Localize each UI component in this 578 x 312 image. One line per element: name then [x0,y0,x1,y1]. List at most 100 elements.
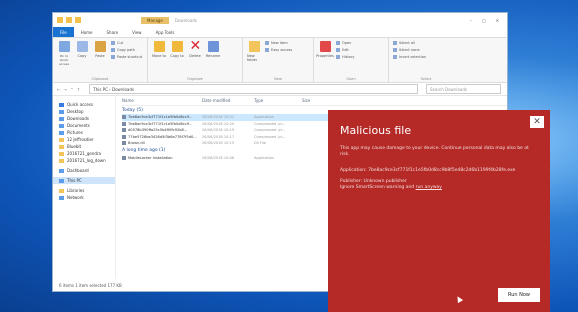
save-icon[interactable] [66,17,72,23]
properties-button[interactable]: Properties [316,41,334,82]
title-bar[interactable]: Manage Downloads – □ ✕ [53,13,507,27]
window-title: Downloads [174,17,197,23]
app-name: 7be8ac9ce3cf771f1c1e5fb0d8cc9b8f5e48c2d6… [368,168,516,173]
run-now-button[interactable]: Run Now [498,288,540,302]
tab-share[interactable]: Share [100,30,126,35]
file-icon [122,115,126,120]
folder-icon [59,137,64,142]
nav-item[interactable]: 12 Jeffrosdier [53,136,115,143]
open-button[interactable]: Open [336,41,354,45]
nav-buttons[interactable]: ← → ⌃ ↑ [53,87,85,92]
app-label: Application: [340,168,367,173]
folder-icon[interactable] [57,17,63,23]
nav-item[interactable]: Pictures [53,129,115,136]
copy-button[interactable]: Copy [75,41,89,82]
tab-app-tools[interactable]: App Tools [149,30,182,35]
nav-item-label: This PC [67,178,82,183]
column-name[interactable]: Name [122,98,202,103]
file-icon [122,121,126,126]
rename-icon [207,41,219,52]
column-size[interactable]: Size [302,98,332,103]
file-type: Dll File [254,141,266,146]
shortcut-icon [111,55,115,59]
history-button[interactable]: History [336,55,354,59]
tab-view[interactable]: View [125,30,149,35]
file-type: Compressed (zi... [254,121,286,126]
file-date: 26/06/2018 10:21 [202,115,235,120]
copy-path-button[interactable]: Copy path [111,48,142,52]
new-folder-icon [248,41,260,52]
ribbon-group-clipboard: Pin to Quick access Copy Paste Cut Copy … [53,38,148,82]
pin-icon [58,41,70,52]
paste-shortcut-button[interactable]: Paste shortcut [111,55,142,59]
rename-button[interactable]: Rename [206,41,220,82]
paste-button[interactable]: Paste [93,41,107,82]
move-to-button[interactable]: Move to [152,41,166,82]
nav-item-label: 12 Jeffrosdier [67,137,94,142]
nav-item[interactable]: Libraries [53,187,115,194]
drive-icon [59,130,64,135]
delete-button[interactable]: ✕ Delete [188,39,202,82]
nav-item-label: 2016721_gendra [67,151,101,156]
dialog-close-button[interactable]: ✕ [530,116,544,128]
drive-icon [59,178,64,183]
window-controls: – □ ✕ [470,18,507,23]
nav-item[interactable]: Documents [53,122,115,129]
file-name: 77be5726be3426d5f3b6a778f7f5d0... [122,134,202,139]
easy-access-button[interactable]: Easy access [265,48,292,52]
invert-selection-button[interactable]: Invert selection [393,55,426,59]
copy-to-button[interactable]: Copy to [170,41,184,82]
file-name: MobileLocker Installation [122,155,202,160]
column-type[interactable]: Type [254,98,302,103]
column-date[interactable]: Date modified [202,98,254,103]
nav-item-label: 2016721_log_down [67,158,106,163]
nav-item[interactable]: 2016721_gendra [53,150,115,157]
navigation-pane: Quick access Desktop Downloads Documents Pic… [53,95,116,279]
new-item-button[interactable]: New item [265,41,292,45]
contextual-tab-manage[interactable]: Manage [141,16,169,24]
file-type: Compressed (zi... [254,128,286,133]
new-folder-button[interactable]: New folder [247,41,261,82]
nav-item[interactable]: Quick access [53,101,115,108]
maximize-button[interactable]: □ [482,18,486,23]
nav-item[interactable]: Network [53,194,115,201]
folder-icon [59,158,64,163]
run-anyway-link[interactable]: run anyway [416,185,442,190]
cut-button[interactable]: Cut [111,41,142,45]
ribbon-group-new: New folder New item Easy access New [243,38,314,82]
move-icon [153,41,165,52]
nav-item-label: Desktop [67,109,84,114]
nav-item[interactable]: This PC [53,177,115,184]
edit-button[interactable]: Edit [336,48,354,52]
undo-icon[interactable] [75,17,81,23]
tab-file[interactable]: File [53,27,74,37]
nav-item[interactable]: Downloads [53,115,115,122]
nav-item[interactable]: Bluebit [53,143,115,150]
easy-access-icon [265,48,269,52]
minimize-button[interactable]: – [470,18,472,23]
drive-icon [59,168,64,173]
file-date: 26/06/2018 10:08 [202,155,235,160]
file-icon [122,141,126,146]
nav-item-label: Quick access [67,102,94,107]
close-button[interactable]: ✕ [496,18,499,23]
file-type: Application [254,155,275,160]
address-bar[interactable]: This PC › Downloads [89,84,418,94]
nav-item[interactable]: Dashboard [53,167,115,174]
file-date: 26/06/2018 10:15 [202,141,235,146]
file-name: Brown.dll [122,141,202,146]
folder-icon [59,151,64,156]
tab-home[interactable]: Home [74,30,100,35]
select-all-button[interactable]: Select all [393,41,426,45]
pin-button[interactable]: Pin to Quick access [57,41,71,82]
ribbon: Pin to Quick access Copy Paste Cut Copy … [53,37,507,83]
file-icon [122,134,126,139]
select-none-button[interactable]: Select none [393,48,426,52]
nav-item[interactable]: Desktop [53,108,115,115]
ribbon-group-organize: Move to Copy to ✕ Delete Rename Organize [148,38,243,82]
search-input[interactable]: Search Downloads [426,84,501,94]
nav-item[interactable]: 2016721_log_down [53,157,115,164]
paste-icon [94,41,106,52]
drive-icon [59,123,64,128]
nav-item-label: Dashboard [67,168,89,173]
